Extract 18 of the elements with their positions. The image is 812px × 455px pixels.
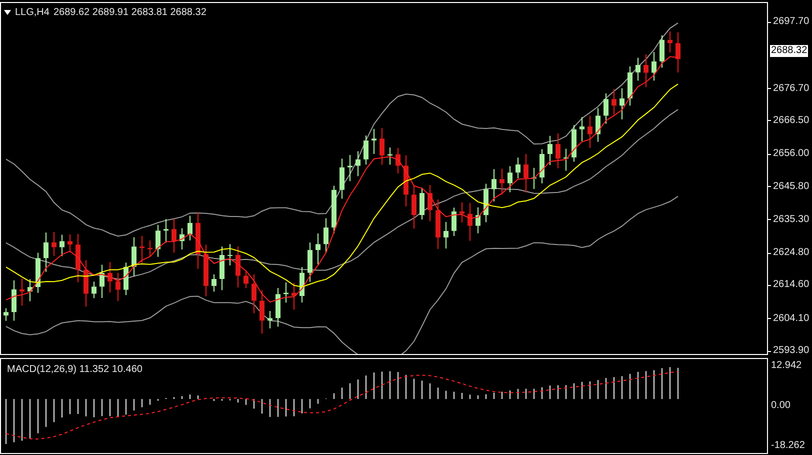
- macd-label: MACD(12,26,9) 11.352 10.460: [7, 363, 142, 377]
- price-axis-label: 2593.90: [773, 345, 810, 358]
- chart-symbol: LLG,H4: [15, 6, 50, 20]
- current-price-label: 2688.32: [770, 45, 808, 57]
- macd-axis-label: 0.00: [771, 400, 792, 412]
- price-axis-label: 2697.70: [773, 16, 810, 28]
- price-axis-label: 2604.10: [773, 312, 810, 325]
- price-axis-label: 2635.30: [773, 214, 810, 226]
- price-axis-label: 2666.50: [773, 114, 810, 127]
- dropdown-arrow-icon[interactable]: [4, 10, 11, 15]
- macd-axis-label: 12.942: [771, 360, 803, 372]
- ohlc-values: 2689.62 2689.91 2683.81 2688.32: [53, 6, 206, 20]
- price-axis-label: 2656.00: [773, 148, 810, 160]
- macd-axis-label: -18.262: [771, 440, 806, 452]
- price-axis-label: 2614.60: [773, 279, 810, 292]
- price-axis-label: 2676.70: [773, 82, 810, 95]
- price-axis-label: 2645.80: [773, 180, 810, 193]
- price-axis-label: 2624.80: [773, 247, 810, 260]
